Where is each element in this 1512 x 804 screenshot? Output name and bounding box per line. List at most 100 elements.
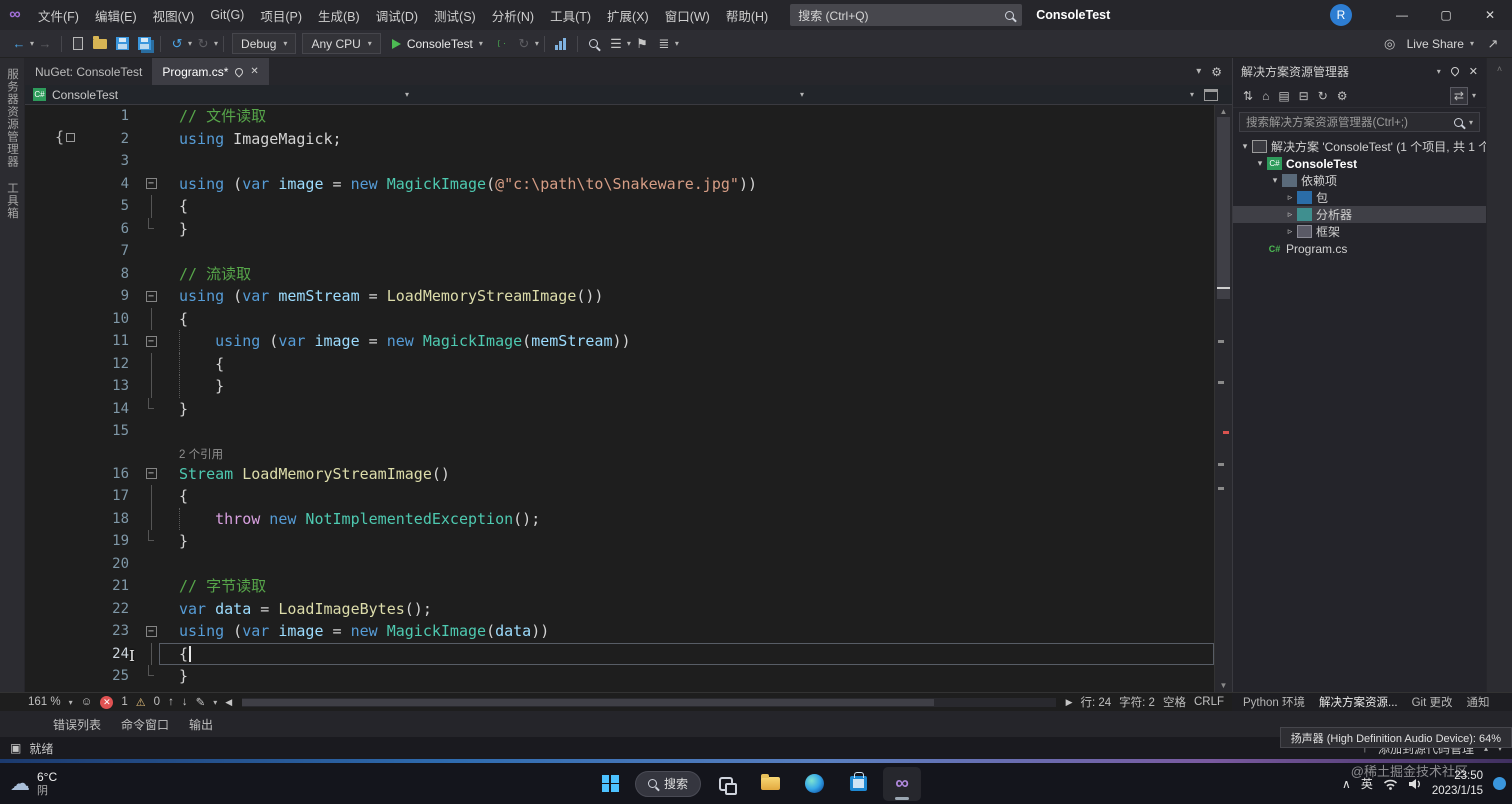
- menu-item[interactable]: 测试(S): [426, 0, 484, 30]
- zoom-dropdown-icon[interactable]: ▾: [69, 698, 73, 707]
- line-ending-indicator[interactable]: CRLF: [1194, 696, 1224, 708]
- tree-item[interactable]: ▹ 框架: [1233, 223, 1486, 240]
- open-folder-icon[interactable]: [89, 33, 111, 55]
- dock-tab[interactable]: 通知: [1461, 694, 1494, 710]
- code-cleanup-icon[interactable]: ✎: [196, 695, 206, 709]
- fold-collapse-icon[interactable]: −: [145, 468, 157, 480]
- next-issue-icon[interactable]: ↓: [182, 696, 188, 708]
- show-all-files-icon[interactable]: ▤: [1278, 89, 1289, 103]
- panel-scroll-up-icon[interactable]: ˄: [1497, 64, 1502, 74]
- line-indicator[interactable]: 行: 24: [1080, 694, 1111, 710]
- send-feedback-icon[interactable]: ↗: [1482, 33, 1504, 55]
- taskbar-search[interactable]: 搜索: [634, 770, 702, 797]
- code-text[interactable]: using (var image = new MagickImage(@"c:\…: [159, 173, 1214, 196]
- undo-button[interactable]: ↺: [166, 33, 188, 55]
- menu-item[interactable]: 分析(N): [484, 0, 542, 30]
- tree-expand-arrow[interactable]: ▹: [1284, 226, 1296, 237]
- views-switch-icon[interactable]: ⇅: [1243, 89, 1253, 103]
- quick-launch-search[interactable]: 搜索 (Ctrl+Q): [790, 4, 1023, 26]
- menu-item[interactable]: 窗口(W): [657, 0, 718, 30]
- background-tasks-icon[interactable]: ▣: [10, 741, 21, 755]
- toolbar-overflow-icon[interactable]: ▾: [1472, 91, 1476, 100]
- column-indicator[interactable]: 字符: 2: [1119, 694, 1155, 710]
- menu-item[interactable]: 帮助(H): [718, 0, 776, 30]
- notification-badge[interactable]: [1493, 777, 1506, 790]
- code-text[interactable]: throw new NotImplementedException();: [159, 507, 1214, 530]
- code-text[interactable]: [159, 420, 1214, 443]
- save-all-icon[interactable]: [133, 33, 155, 55]
- fold-collapse-icon[interactable]: −: [145, 625, 157, 637]
- feedback-icon[interactable]: ☺: [81, 696, 93, 708]
- editor-options-icon[interactable]: ⚙: [1211, 65, 1222, 79]
- editor-tab[interactable]: Program.cs* ✕: [152, 58, 269, 85]
- panel-close-icon[interactable]: ✕: [1469, 65, 1478, 78]
- refresh-icon[interactable]: ↻: [1318, 89, 1328, 103]
- tree-item[interactable]: ▾ 解决方案 'ConsoleTest' (1 个项目, 共 1 个): [1233, 138, 1486, 155]
- code-text[interactable]: // 流读取: [159, 263, 1214, 286]
- type-dropdown[interactable]: ▾: [417, 85, 812, 104]
- menu-item[interactable]: 扩展(X): [599, 0, 657, 30]
- menu-item[interactable]: 项目(P): [252, 0, 310, 30]
- line-operations-dropdown-icon[interactable]: ▾: [675, 39, 679, 48]
- fold-collapse-icon[interactable]: −: [145, 178, 157, 190]
- tree-expand-arrow[interactable]: ▾: [1239, 141, 1251, 152]
- dock-tab[interactable]: Python 环境: [1238, 694, 1310, 710]
- fold-collapse-icon[interactable]: −: [145, 290, 157, 302]
- visual-studio-taskbar-button[interactable]: ∞: [883, 766, 922, 801]
- scroll-up-icon[interactable]: ▲: [1215, 107, 1232, 116]
- code-text[interactable]: }: [159, 530, 1214, 553]
- tree-expand-arrow[interactable]: ▹: [1284, 192, 1296, 203]
- live-share-button[interactable]: ◎ Live Share ▾: [1371, 33, 1482, 55]
- error-count-badge[interactable]: ✕: [100, 695, 114, 709]
- codelens-references[interactable]: 2 个引用: [179, 449, 223, 461]
- menu-item[interactable]: 调试(D): [368, 0, 426, 30]
- code-text[interactable]: using (var image = new MagickImage(memSt…: [159, 330, 1214, 353]
- start-without-debugging-icon[interactable]: [491, 33, 513, 55]
- menu-item[interactable]: 视图(V): [145, 0, 203, 30]
- minimize-button[interactable]: —: [1380, 0, 1424, 30]
- file-explorer-button[interactable]: [751, 767, 789, 801]
- hot-reload-dropdown-icon[interactable]: ▾: [535, 39, 539, 48]
- prev-issue-icon[interactable]: ↑: [168, 696, 174, 708]
- code-text[interactable]: }: [159, 665, 1214, 688]
- dock-tab[interactable]: Git 更改: [1407, 694, 1458, 710]
- save-icon[interactable]: [111, 33, 133, 55]
- solution-search-input[interactable]: 搜索解决方案资源管理器(Ctrl+;) ▾: [1239, 112, 1480, 132]
- search-options-icon[interactable]: ▾: [1469, 118, 1473, 127]
- code-text[interactable]: using (var image = new MagickImage(data)…: [159, 620, 1214, 643]
- scroll-left-icon[interactable]: ◀: [225, 697, 232, 708]
- panel-menu-icon[interactable]: ▾: [1437, 67, 1441, 76]
- code-text[interactable]: [159, 240, 1214, 263]
- panel-tab[interactable]: 输出: [181, 716, 221, 733]
- new-project-icon[interactable]: [67, 33, 89, 55]
- editor-horizontal-scrollbar[interactable]: [242, 697, 1056, 707]
- hot-reload-icon[interactable]: ↻: [513, 33, 535, 55]
- tree-expand-arrow[interactable]: ▾: [1254, 158, 1266, 169]
- code-cleanup-dropdown-icon[interactable]: ▾: [213, 698, 217, 707]
- scrollbar-thumb[interactable]: [1217, 117, 1230, 299]
- left-dock-tab[interactable]: 工具箱: [4, 182, 20, 220]
- code-text[interactable]: }: [159, 398, 1214, 421]
- tree-item[interactable]: ▾ C# ConsoleTest: [1233, 155, 1486, 172]
- performance-profiler-icon[interactable]: [550, 33, 572, 55]
- split-window-icon[interactable]: [1204, 88, 1218, 101]
- project-dropdown[interactable]: C# ConsoleTest ▾: [25, 85, 417, 104]
- code-text[interactable]: // 字节读取: [159, 575, 1214, 598]
- tree-item[interactable]: C# Program.cs: [1233, 240, 1486, 257]
- tree-item[interactable]: ▹ 包: [1233, 189, 1486, 206]
- panel-tab[interactable]: 命令窗口: [113, 716, 177, 733]
- code-text[interactable]: {: [159, 308, 1214, 331]
- zoom-level-dropdown[interactable]: 161 %: [28, 696, 61, 708]
- start-debugging-button[interactable]: ConsoleTest ▾: [384, 33, 491, 55]
- configuration-dropdown[interactable]: Debug ▾: [232, 33, 297, 54]
- redo-dropdown-icon[interactable]: ▾: [214, 39, 218, 48]
- close-button[interactable]: ✕: [1468, 0, 1512, 30]
- code-text[interactable]: using ImageMagick;: [159, 128, 1214, 151]
- code-text[interactable]: Stream LoadMemoryStreamImage(): [159, 463, 1214, 486]
- properties-icon[interactable]: ⚙: [1337, 89, 1348, 103]
- left-dock-tab[interactable]: 服务器资源管理器: [4, 68, 20, 168]
- pin-icon[interactable]: [233, 65, 246, 78]
- code-text[interactable]: [159, 553, 1214, 576]
- editor-vertical-scrollbar[interactable]: ▲ ▼: [1214, 105, 1232, 692]
- collapse-all-icon[interactable]: ⊟: [1299, 89, 1309, 103]
